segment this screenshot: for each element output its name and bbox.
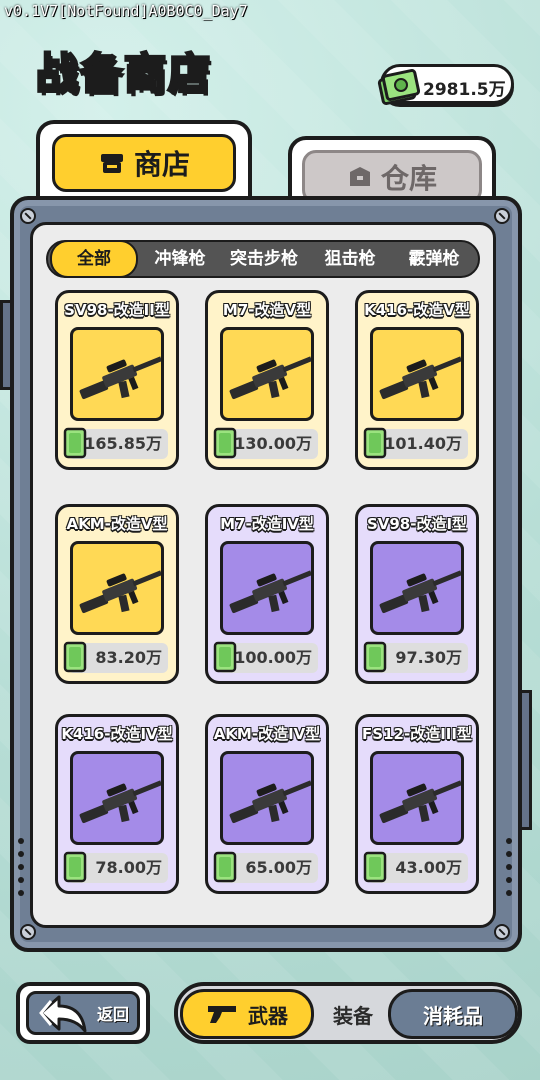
back-button[interactable]: 返回 xyxy=(16,982,150,1044)
tab-warehouse-label: 仓库 xyxy=(380,162,437,195)
currency-amount: 2981.5万 xyxy=(423,80,506,100)
item-card[interactable]: K416-改造IV型 78.00万 xyxy=(55,714,179,894)
item-image xyxy=(220,751,314,845)
item-image xyxy=(220,327,314,421)
pistol-icon xyxy=(208,1006,236,1023)
version-label: v0.1V7[NotFound]A0B0C0_Day7 xyxy=(4,2,248,20)
item-name: M7-改造IV型 xyxy=(220,515,314,533)
tab-shop-label: 商店 xyxy=(133,148,190,181)
rivet xyxy=(494,208,510,224)
item-image xyxy=(370,327,464,421)
item-name: SV98-改造I型 xyxy=(366,515,468,533)
item-card[interactable]: M7-改造IV型 100.00万 xyxy=(205,504,329,684)
rifle-icon xyxy=(229,780,311,823)
item-name: AKM-改造IV型 xyxy=(213,725,321,743)
rivet xyxy=(494,924,510,940)
rivet xyxy=(20,208,36,224)
item-image xyxy=(70,751,164,845)
rifle-icon xyxy=(79,356,161,399)
item-card[interactable]: K416-改造V型 101.40万 xyxy=(355,290,479,470)
item-name: M7-改造V型 xyxy=(222,301,312,319)
filter-sniper[interactable]: 狙击枪 xyxy=(310,242,390,276)
item-card[interactable]: M7-改造V型 130.00万 xyxy=(205,290,329,470)
filter-smg[interactable]: 冲锋枪 xyxy=(140,242,220,276)
back-arrow-icon xyxy=(39,995,87,1033)
filter-shotgun[interactable]: 霰弹枪 xyxy=(392,242,476,276)
tab-equipment-label: 装备 xyxy=(333,1003,373,1028)
cash-icon xyxy=(213,641,237,673)
tab-consumables[interactable]: 消耗品 xyxy=(388,989,518,1039)
filter-all[interactable]: 全部 xyxy=(50,240,138,278)
page-title: 战备商店 xyxy=(34,48,213,100)
category-filter-bar: 全部 冲锋枪 突击步枪 狙击枪 霰弹枪 xyxy=(46,240,480,278)
item-image xyxy=(220,541,314,635)
panel-dots xyxy=(506,838,514,903)
tab-weapons[interactable]: 武器 xyxy=(180,989,314,1039)
cash-icon xyxy=(63,851,87,883)
tab-equipment[interactable]: 装备 xyxy=(316,989,390,1039)
item-name: SV98-改造II型 xyxy=(64,301,170,319)
item-card[interactable]: AKM-改造IV型 65.00万 xyxy=(205,714,329,894)
cash-icon xyxy=(63,641,87,673)
bottom-tab-bar: 武器 装备 消耗品 xyxy=(174,982,522,1044)
cash-icon xyxy=(363,427,387,459)
item-name: FS12-改造III型 xyxy=(362,725,472,743)
item-image xyxy=(370,541,464,635)
cash-icon xyxy=(363,851,387,883)
rifle-icon xyxy=(229,356,311,399)
box-icon xyxy=(349,167,370,186)
currency-display: 2981.5万 xyxy=(377,64,514,106)
item-name: AKM-改造V型 xyxy=(66,515,168,533)
item-card[interactable]: SV98-改造II型 165.85万 xyxy=(55,290,179,470)
item-image xyxy=(70,541,164,635)
item-name: K416-改造IV型 xyxy=(61,725,173,743)
cash-icon xyxy=(63,427,87,459)
tab-weapons-label: 武器 xyxy=(248,1003,288,1028)
rifle-icon xyxy=(379,570,461,613)
item-card[interactable]: AKM-改造V型 83.20万 xyxy=(55,504,179,684)
back-label: 返回 xyxy=(97,1005,130,1024)
panel-dots xyxy=(18,838,26,903)
rifle-icon xyxy=(229,570,311,613)
item-card[interactable]: SV98-改造I型 97.30万 xyxy=(355,504,479,684)
rifle-icon xyxy=(79,570,161,613)
item-image xyxy=(70,327,164,421)
item-card[interactable]: FS12-改造III型 43.00万 xyxy=(355,714,479,894)
cash-icon xyxy=(213,427,237,459)
item-name: K416-改造V型 xyxy=(364,301,470,319)
rivet xyxy=(20,924,36,940)
rifle-icon xyxy=(79,780,161,823)
rifle-icon xyxy=(379,780,461,823)
rifle-icon xyxy=(379,356,461,399)
shop-icon xyxy=(100,154,123,173)
filter-assault-rifle[interactable]: 突击步枪 xyxy=(220,242,308,276)
tab-consumables-label: 消耗品 xyxy=(423,1003,483,1028)
cash-icon xyxy=(213,851,237,883)
item-image xyxy=(370,751,464,845)
cash-icon xyxy=(363,641,387,673)
cash-icon xyxy=(377,68,421,106)
